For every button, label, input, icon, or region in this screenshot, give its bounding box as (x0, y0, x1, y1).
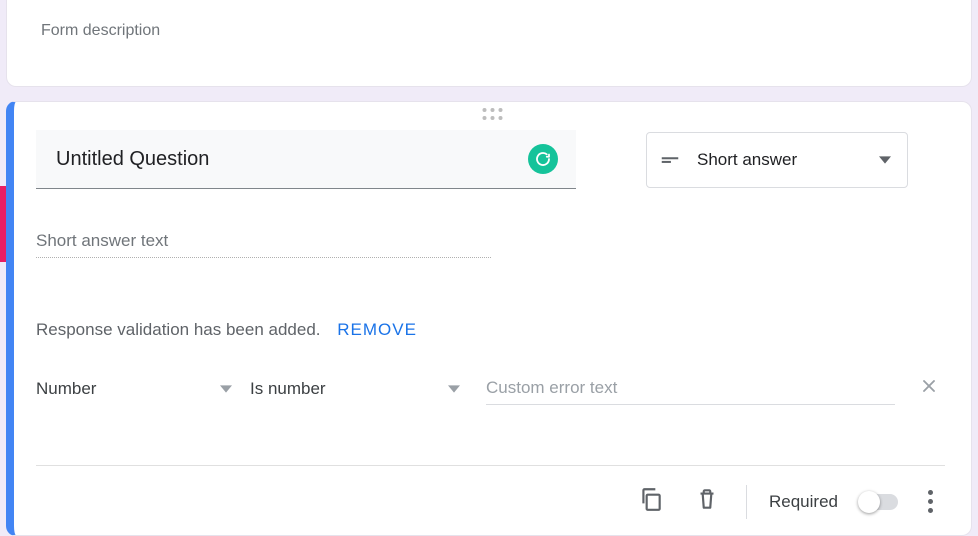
grammarly-icon[interactable] (528, 144, 558, 174)
validation-condition-label: Is number (250, 379, 424, 399)
validation-type-label: Number (36, 379, 196, 399)
close-icon (919, 376, 939, 396)
form-header-card: Form description (6, 0, 972, 87)
remove-validation-button[interactable]: REMOVE (337, 320, 417, 339)
question-type-label: Short answer (697, 150, 863, 170)
duplicate-button[interactable] (634, 482, 668, 521)
delete-button[interactable] (690, 482, 724, 521)
footer-separator (746, 485, 747, 519)
short-answer-icon (659, 149, 681, 171)
more-options-button[interactable] (920, 486, 941, 517)
question-edit-row: Short answer (36, 130, 945, 189)
drag-handle-icon[interactable] (482, 108, 503, 121)
chevron-down-icon (879, 154, 891, 166)
trash-icon (694, 486, 720, 512)
duplicate-icon (638, 486, 664, 512)
chevron-down-icon (448, 383, 460, 395)
toggle-knob (858, 491, 880, 513)
required-label: Required (769, 492, 838, 512)
validation-text: Response validation has been added. (36, 320, 321, 339)
validation-config-row: Number Is number (36, 370, 945, 407)
custom-error-text-input[interactable] (486, 372, 895, 404)
question-title-input[interactable] (54, 147, 528, 172)
custom-error-text-wrap (486, 372, 895, 405)
short-answer-preview: Short answer text (36, 231, 491, 258)
clear-validation-button[interactable] (913, 370, 945, 407)
validation-type-dropdown[interactable]: Number (36, 373, 232, 405)
question-title-wrap (36, 130, 576, 189)
chevron-down-icon (220, 383, 232, 395)
form-description-field[interactable]: Form description (41, 22, 937, 40)
question-card: Short answer Short answer text Response … (6, 101, 972, 536)
question-footer: Required (36, 466, 945, 529)
short-answer-preview-text: Short answer text (36, 231, 491, 258)
validation-added-message: Response validation has been added. REMO… (36, 320, 945, 340)
validation-condition-dropdown[interactable]: Is number (250, 373, 460, 405)
required-toggle[interactable] (860, 494, 898, 510)
question-type-dropdown[interactable]: Short answer (646, 132, 908, 188)
